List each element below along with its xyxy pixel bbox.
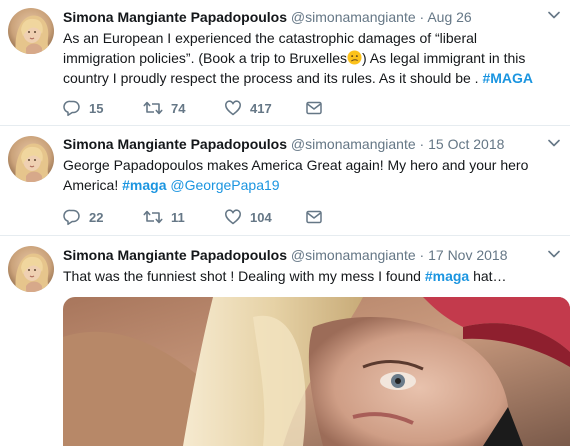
heart-icon xyxy=(224,99,242,117)
heart-icon xyxy=(224,208,242,226)
mention-link[interactable]: @GeorgePapa19 xyxy=(170,177,279,193)
reply-count: 15 xyxy=(89,100,104,116)
avatar-image xyxy=(8,246,54,292)
tweet[interactable]: Simona Mangiante Papadopoulos @simonaman… xyxy=(0,126,570,236)
user-handle[interactable]: @simonamangiante xyxy=(291,136,416,152)
user-name[interactable]: Simona Mangiante Papadopoulos xyxy=(63,136,287,152)
chevron-down-icon[interactable] xyxy=(548,8,560,22)
message-button[interactable] xyxy=(305,99,323,117)
chevron-down-icon[interactable] xyxy=(548,247,560,261)
retweet-count: 74 xyxy=(171,100,186,116)
retweet-count: 11 xyxy=(171,209,185,225)
retweet-icon xyxy=(143,208,163,226)
separator: · xyxy=(419,247,425,263)
tweet-date[interactable]: Aug 26 xyxy=(427,9,471,25)
user-handle[interactable]: @simonamangiante xyxy=(291,247,416,263)
envelope-icon xyxy=(305,208,323,226)
reply-count: 22 xyxy=(89,209,104,225)
hashtag-link[interactable]: #MAGA xyxy=(482,70,533,86)
like-button[interactable]: 417 xyxy=(224,99,272,117)
tweet-photo[interactable] xyxy=(63,297,570,446)
like-count: 417 xyxy=(250,100,272,116)
separator: · xyxy=(419,136,425,152)
tweet-text-part: That was the funniest shot ! Dealing wit… xyxy=(63,268,425,284)
reply-button[interactable]: 22 xyxy=(63,208,103,226)
avatar[interactable] xyxy=(8,136,54,182)
user-name[interactable]: Simona Mangiante Papadopoulos xyxy=(63,9,287,25)
user-name[interactable]: Simona Mangiante Papadopoulos xyxy=(63,247,287,263)
tweet-text: As an European I experienced the catastr… xyxy=(63,28,552,88)
retweet-icon xyxy=(143,99,163,117)
hashtag-link[interactable]: #maga xyxy=(122,177,166,193)
tweet-header: Simona Mangiante Papadopoulos @simonaman… xyxy=(63,8,472,26)
tweet-header: Simona Mangiante Papadopoulos @simonaman… xyxy=(63,135,504,153)
reply-icon xyxy=(63,208,81,226)
chevron-down-icon[interactable] xyxy=(548,136,560,150)
hashtag-link[interactable]: #maga xyxy=(425,268,469,284)
tweet-header: Simona Mangiante Papadopoulos @simonaman… xyxy=(63,246,508,264)
avatar-image xyxy=(8,8,54,54)
tweet-text: George Papadopoulos makes America Great … xyxy=(63,155,552,195)
avatar[interactable] xyxy=(8,246,54,292)
reply-icon xyxy=(63,99,81,117)
confused-face-icon xyxy=(347,50,362,65)
reply-button[interactable]: 15 xyxy=(63,99,103,117)
like-count: 104 xyxy=(250,209,272,225)
tweet-text: That was the funniest shot ! Dealing wit… xyxy=(63,266,552,286)
tweet[interactable]: Simona Mangiante Papadopoulos @simonaman… xyxy=(0,0,570,126)
retweet-button[interactable]: 11 xyxy=(143,208,185,226)
tweet-date[interactable]: 17 Nov 2018 xyxy=(428,247,507,263)
avatar[interactable] xyxy=(8,8,54,54)
user-handle[interactable]: @simonamangiante xyxy=(291,9,416,25)
like-button[interactable]: 104 xyxy=(224,208,272,226)
retweet-button[interactable]: 74 xyxy=(143,99,185,117)
message-button[interactable] xyxy=(305,208,323,226)
tweet-text-part: hat… xyxy=(469,268,507,284)
separator: · xyxy=(419,9,425,25)
tweet-date[interactable]: 15 Oct 2018 xyxy=(428,136,504,152)
envelope-icon xyxy=(305,99,323,117)
photo-image xyxy=(63,297,570,446)
avatar-image xyxy=(8,136,54,182)
